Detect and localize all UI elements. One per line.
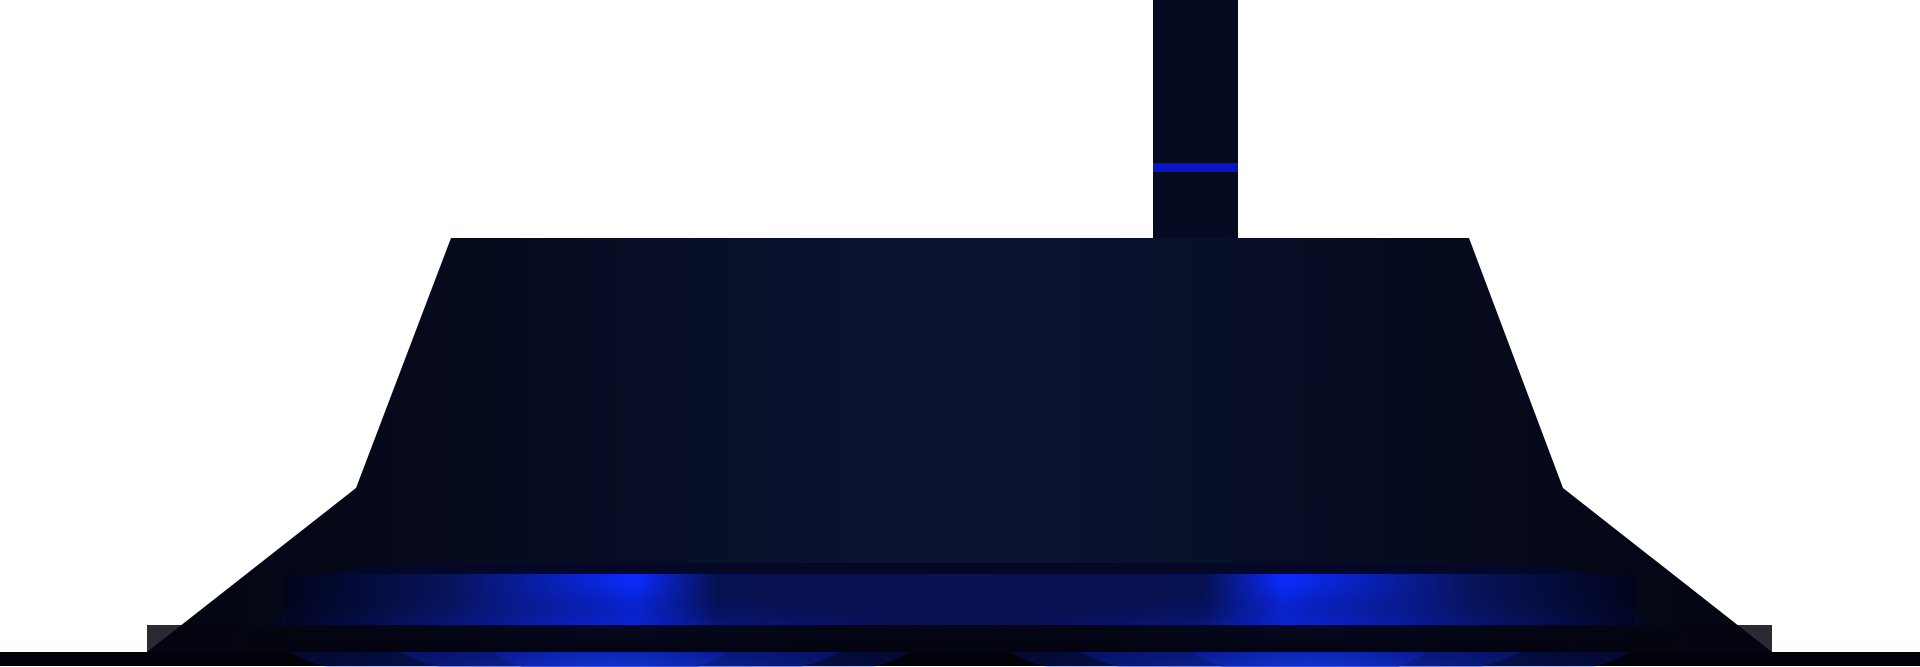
device-illustration [0, 0, 1920, 667]
base-trim [147, 625, 1772, 652]
antenna-mast-icon [1153, 0, 1238, 245]
ground-line [0, 652, 1920, 666]
antenna-stripe [1153, 163, 1238, 172]
